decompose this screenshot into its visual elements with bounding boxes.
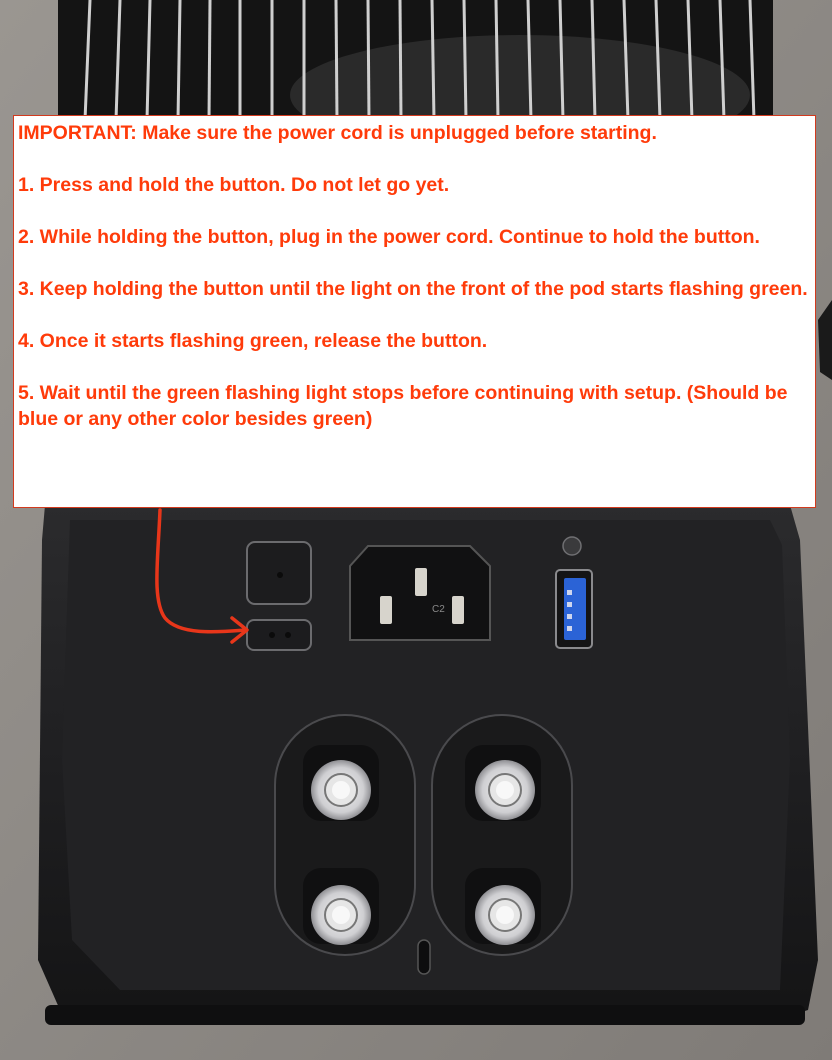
step-2: 2. While holding the button, plug in the… [18,226,760,248]
step-1: 1. Press and hold the button. Do not let… [18,174,450,196]
usb-port [555,569,593,649]
step-4: 4. Once it starts flashing green, releas… [18,330,488,352]
power-socket: C2 [349,545,491,641]
step-3: 3. Keep holding the button until the lig… [18,278,808,300]
status-light-hole [562,536,582,556]
important-note: IMPORTANT: Make sure the power cord is u… [18,122,657,144]
instruction-box: IMPORTANT: Make sure the power cord is u… [13,115,816,508]
step-5: 5. Wait until the green flashing light s… [18,382,788,430]
socket-marking: C2 [432,604,445,615]
reset-button-housing [246,541,312,651]
